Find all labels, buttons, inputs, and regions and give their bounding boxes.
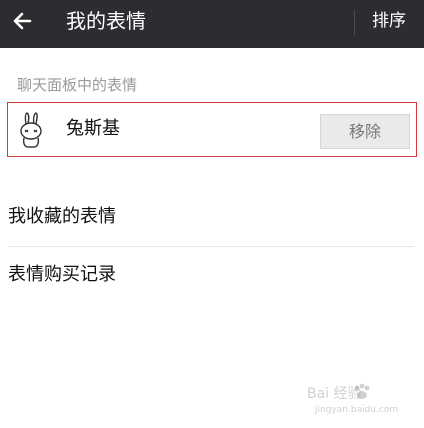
sticker-pack-row[interactable]: 兔斯基 移除 — [7, 102, 417, 157]
paw-logo-icon — [354, 383, 370, 399]
sticker-pack-name: 兔斯基 — [66, 118, 120, 139]
menu-item-purchase-history[interactable]: 表情购买记录 — [8, 262, 116, 288]
back-button[interactable] — [8, 6, 38, 36]
top-app-bar: 我的表情 排序 — [0, 0, 424, 48]
remove-button[interactable]: 移除 — [320, 114, 410, 149]
baidu-watermark: Bai 经验 jingyan.baidu.com — [305, 383, 415, 416]
page-title: 我的表情 — [66, 9, 146, 33]
chat-panel-section-label: 聊天面板中的表情 — [17, 76, 138, 94]
tuzki-sticker-icon — [20, 112, 42, 148]
watermark-url: jingyan.baidu.com — [315, 405, 399, 415]
menu-item-favorite-stickers[interactable]: 我收藏的表情 — [8, 204, 116, 230]
header-divider — [354, 10, 355, 36]
sort-button[interactable]: 排序 — [372, 9, 406, 33]
back-arrow-icon — [13, 12, 32, 30]
menu-divider — [8, 246, 414, 247]
